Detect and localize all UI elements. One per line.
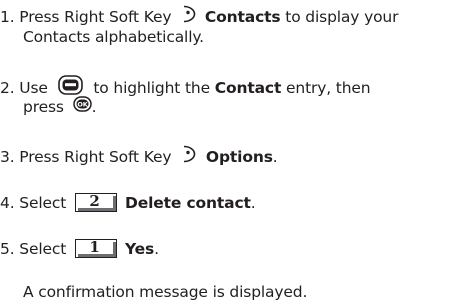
step-number: 1. — [0, 8, 15, 26]
step-text: Use — [19, 79, 48, 97]
key-number: 1 — [89, 238, 100, 256]
step-bold-term: Delete contact — [124, 194, 251, 212]
step-1-continuation: Contacts alphabetically. — [23, 27, 204, 47]
step-text: to highlight the — [93, 79, 210, 97]
step-text: to display your — [285, 8, 399, 26]
step-number: 4. — [0, 194, 15, 212]
step-number: 2. — [0, 79, 15, 97]
step-text: . — [250, 194, 256, 212]
keypad-key-1-icon: 1 — [74, 238, 117, 258]
step-text: Select — [19, 240, 67, 258]
right-soft-key-icon — [182, 145, 196, 168]
step-1: 1. Press Right Soft Key Contacts to disp… — [0, 5, 399, 29]
keypad-key-2-icon: 2 — [74, 192, 117, 212]
step-text: Press Right Soft Key — [19, 8, 172, 26]
step-text: entry, then — [286, 79, 371, 97]
step-3: 3. Press Right Soft Key Options. — [0, 145, 278, 169]
step-text: . — [154, 240, 159, 258]
step-bold-term: Contacts — [204, 8, 281, 26]
note-text: A confirmation message is displayed. — [23, 283, 308, 301]
step-bold-term: Yes — [124, 240, 155, 258]
instruction-page: 1. Press Right Soft Key Contacts to disp… — [0, 0, 449, 304]
confirmation-note: A confirmation message is displayed. — [23, 282, 307, 302]
step-text: . — [272, 148, 278, 166]
step-text: Select — [19, 194, 67, 212]
ok-key-icon: OK — [72, 96, 92, 117]
step-5: 5. Select 1 Yes. — [0, 239, 159, 259]
key-number: 2 — [89, 192, 100, 210]
step-text: Press Right Soft Key — [19, 148, 172, 166]
step-text: press — [23, 98, 64, 116]
step-2-continuation: press OK . — [23, 96, 97, 118]
step-bold-term: Options — [205, 148, 273, 166]
step-text: Contacts alphabetically. — [23, 28, 204, 46]
step-bold-term: Contact — [214, 79, 282, 97]
step-4: 4. Select 2 Delete contact. — [0, 193, 256, 213]
step-number: 5. — [0, 240, 15, 258]
ok-key-label: OK — [77, 101, 88, 109]
step-text: . — [91, 98, 97, 116]
right-soft-key-icon — [182, 5, 196, 28]
step-number: 3. — [0, 148, 15, 166]
